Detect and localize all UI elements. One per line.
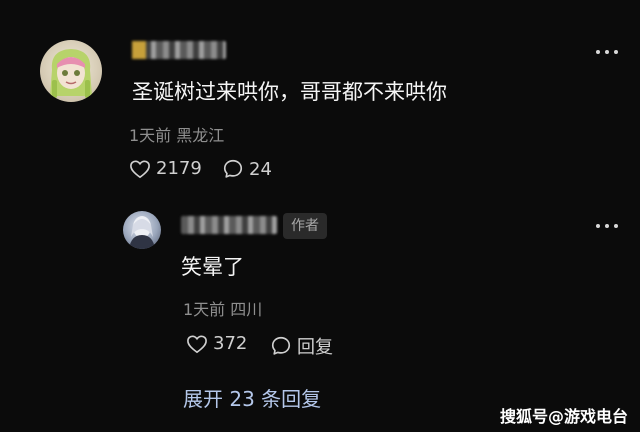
avatar-author[interactable] (123, 211, 161, 249)
reply-meta: 1天前 四川 (183, 300, 263, 319)
reply-count-button[interactable]: 24 (222, 158, 272, 180)
reply-label: 回复 (297, 337, 333, 358)
comment-text: 圣诞树过来哄你，哥哥都不来哄你 (132, 80, 447, 104)
reply-count: 24 (249, 158, 272, 180)
reply-text: 笑晕了 (181, 255, 244, 279)
reply-like-count: 372 (213, 333, 248, 354)
more-options-icon[interactable] (596, 49, 618, 55)
comment-meta: 1天前 黑龙江 (129, 126, 225, 145)
commenter-name-blurred[interactable] (132, 41, 226, 59)
heart-outline-icon (130, 159, 150, 178)
expand-replies-link[interactable]: 展开 23 条回复 (183, 383, 321, 412)
watermark: 搜狐号@游戏电台 (500, 407, 629, 426)
like-button[interactable]: 2179 (129, 158, 202, 179)
more-options-icon[interactable] (596, 223, 618, 229)
reply-to-reply-button[interactable]: 回复 (270, 333, 333, 359)
heart-outline-icon (187, 334, 207, 353)
author-badge: 作者 (283, 213, 327, 239)
reply-like-button[interactable]: 372 (186, 333, 247, 354)
speech-bubble-icon (223, 159, 243, 178)
author-name-blurred[interactable] (181, 216, 277, 234)
avatar-main-commenter[interactable] (40, 40, 102, 102)
like-count: 2179 (156, 158, 202, 179)
speech-bubble-icon (271, 336, 291, 355)
